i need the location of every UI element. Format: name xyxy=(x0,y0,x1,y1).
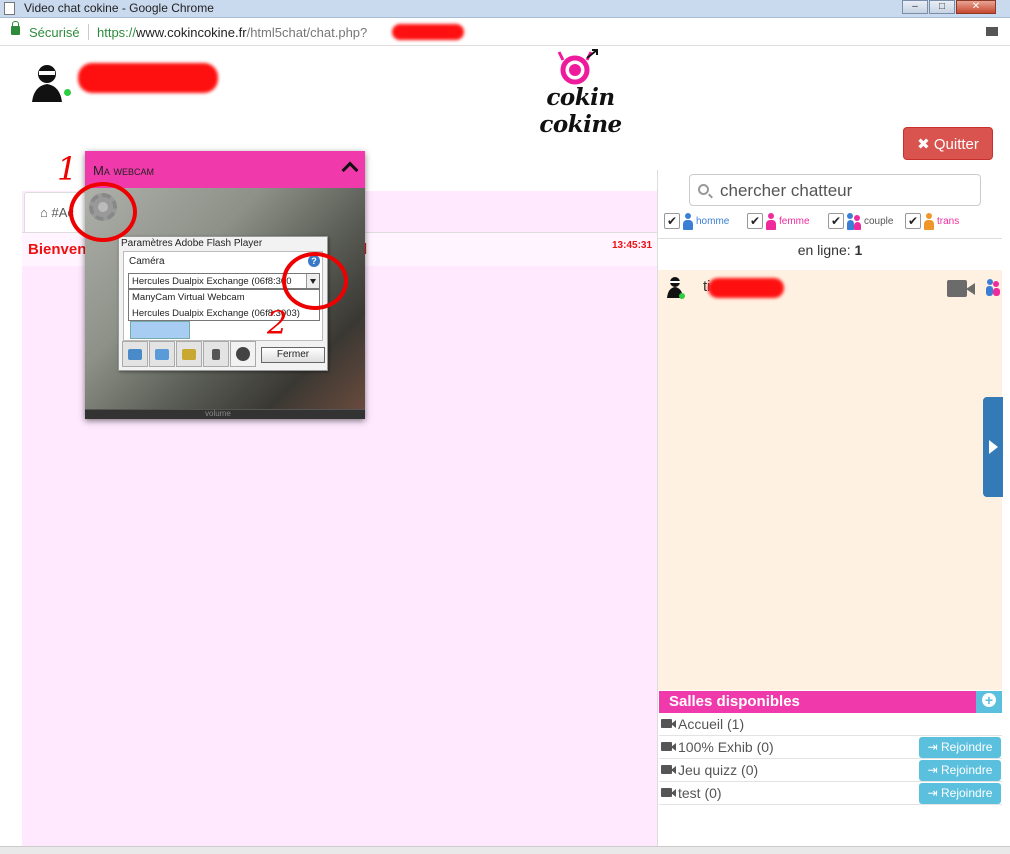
online-label: en ligne: xyxy=(797,242,851,258)
search-box[interactable] xyxy=(689,174,981,206)
url-text[interactable]: https://www.cokincokine.fr/html5chat/cha… xyxy=(97,25,367,40)
filter-femme[interactable]: ✔ femme xyxy=(747,211,810,231)
filter-femme-checkbox[interactable]: ✔ xyxy=(747,213,763,229)
webcam-footer: volume xyxy=(85,409,365,419)
expand-panel-button[interactable] xyxy=(983,397,1003,497)
filter-couple[interactable]: ✔ couple xyxy=(828,211,893,231)
user-list: ti xyxy=(658,270,1002,690)
room-name: Jeu quizz (0) xyxy=(678,762,759,778)
online-count: en ligne: 1 xyxy=(658,238,1002,262)
annotation-number-2: 2 xyxy=(267,304,288,342)
window-bottom-edge xyxy=(0,846,1010,854)
list-item[interactable]: ti xyxy=(658,270,1002,306)
rooms-header: Salles disponibles xyxy=(659,691,1002,713)
trans-icon xyxy=(924,212,934,230)
url-host: www.cokincokine.fr xyxy=(136,25,247,40)
annotation-circle-dropdown xyxy=(282,252,348,310)
room-camera-icon xyxy=(661,719,676,728)
room-row[interactable]: test (0) ⇥ Rejoindre xyxy=(659,782,1002,805)
redacted-url-query xyxy=(392,24,464,40)
window-title: Video chat cokine - Google Chrome xyxy=(24,1,214,15)
volume-label: volume xyxy=(205,409,231,418)
camera-preview xyxy=(130,321,190,339)
search-icon xyxy=(698,184,709,195)
camera-label: Caméra xyxy=(129,256,165,267)
my-avatar[interactable] xyxy=(30,62,71,102)
filter-trans-label: trans xyxy=(937,215,960,227)
video-camera-icon[interactable] xyxy=(947,280,967,297)
user-avatar xyxy=(666,276,685,299)
webcam-panel-title: Ma webcam xyxy=(93,163,154,178)
room-name: 100% Exhib (0) xyxy=(678,739,774,755)
redacted-username xyxy=(78,63,218,93)
display-tab-icon[interactable] xyxy=(122,341,148,367)
camera-option[interactable]: Hercules Dualpix Exchange (06f8:3003) xyxy=(129,306,319,322)
page-icon xyxy=(4,2,15,15)
room-camera-icon xyxy=(661,765,676,774)
join-room-button[interactable]: ⇥ Rejoindre xyxy=(919,737,1001,758)
redacted-user-name xyxy=(708,278,784,298)
annotation-circle-gear xyxy=(69,182,137,242)
couple-filter-icon xyxy=(847,212,861,230)
chevron-up-icon[interactable] xyxy=(341,161,359,179)
welcome-message: Bienven xyxy=(28,241,87,258)
maximize-button[interactable]: □ xyxy=(929,0,955,14)
male-icon xyxy=(683,212,693,230)
room-row[interactable]: Accueil (1) xyxy=(659,713,1002,736)
storage-tab-icon[interactable] xyxy=(176,341,202,367)
join-room-button[interactable]: ⇥ Rejoindre xyxy=(919,783,1001,804)
quit-button[interactable]: ✖ Quitter xyxy=(903,127,993,160)
join-room-button[interactable]: ⇥ Rejoindre xyxy=(919,760,1001,781)
room-camera-icon xyxy=(661,788,676,797)
address-bar[interactable]: Sécurisé https://www.cokincokine.fr/html… xyxy=(0,18,1010,46)
add-room-button[interactable] xyxy=(976,691,1002,713)
message-timestamp: 13:45:31 xyxy=(612,240,653,251)
room-row[interactable]: 100% Exhib (0) ⇥ Rejoindre xyxy=(659,736,1002,759)
couple-icon xyxy=(986,279,1000,296)
minimize-button[interactable]: – xyxy=(902,0,928,14)
online-number: 1 xyxy=(854,242,863,258)
female-icon xyxy=(766,212,776,230)
webcam-panel-header[interactable]: Ma webcam xyxy=(85,151,365,188)
window-titlebar: Video chat cokine - Google Chrome – □ ✕ xyxy=(0,0,1010,18)
flash-settings-tabs xyxy=(122,341,260,367)
close-window-button[interactable]: ✕ xyxy=(956,0,996,14)
filter-couple-label: couple xyxy=(864,215,894,227)
room-name: test (0) xyxy=(678,785,722,801)
filter-trans[interactable]: ✔ trans xyxy=(905,211,959,231)
filter-couple-checkbox[interactable]: ✔ xyxy=(828,213,844,229)
logo-text: cokin cokine xyxy=(539,84,622,138)
user-online-icon xyxy=(679,293,685,299)
privacy-tab-icon[interactable] xyxy=(149,341,175,367)
filter-homme[interactable]: ✔ homme xyxy=(664,211,729,231)
camera-permission-icon[interactable] xyxy=(986,27,998,36)
room-name: Accueil (1) xyxy=(678,716,745,732)
annotation-number-1: 1 xyxy=(57,150,78,188)
filter-homme-checkbox[interactable]: ✔ xyxy=(664,213,680,229)
secure-label: Sécurisé xyxy=(29,25,80,40)
camera-tab-icon[interactable] xyxy=(230,341,256,367)
filter-homme-label: homme xyxy=(696,215,730,227)
url-path: /html5chat/chat.php? xyxy=(246,25,368,40)
rooms-title: Salles disponibles xyxy=(669,693,800,710)
filter-trans-checkbox[interactable]: ✔ xyxy=(905,213,921,229)
filter-femme-label: femme xyxy=(779,215,810,227)
online-status-icon xyxy=(64,89,71,96)
close-flash-button[interactable]: Fermer xyxy=(261,347,325,363)
room-row[interactable]: Jeu quizz (0) ⇥ Rejoindre xyxy=(659,759,1002,782)
address-separator xyxy=(88,24,89,40)
lock-icon xyxy=(11,21,20,35)
camera-select-value: Hercules Dualpix Exchange (06f8:300 xyxy=(132,276,292,287)
site-logo[interactable]: cokin cokine xyxy=(503,48,658,138)
microphone-tab-icon[interactable] xyxy=(203,341,229,367)
search-input[interactable] xyxy=(720,179,970,203)
url-scheme: https:// xyxy=(97,25,137,40)
flash-settings-title: Paramètres Adobe Flash Player xyxy=(121,238,263,249)
room-camera-icon xyxy=(661,742,676,751)
